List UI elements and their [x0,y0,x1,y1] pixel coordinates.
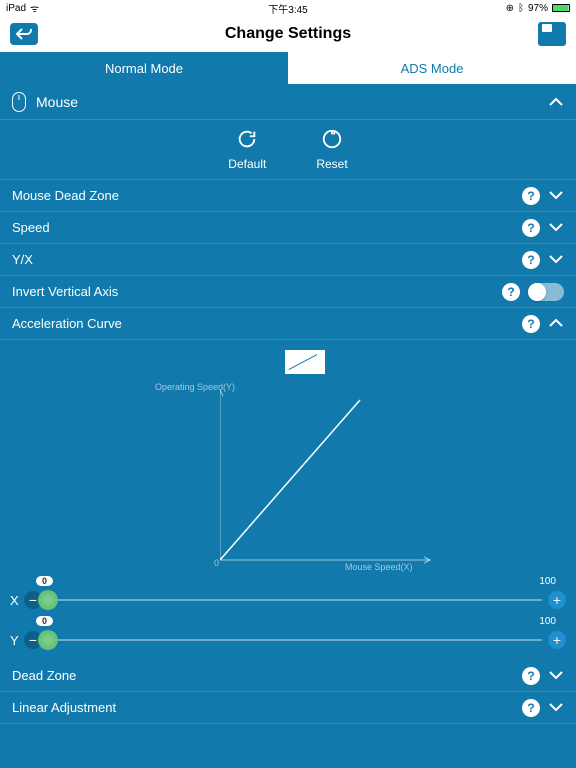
section-mouse[interactable]: Mouse [0,84,576,120]
row-invert-vertical: Invert Vertical Axis ? [0,276,576,308]
row-label: Acceleration Curve [12,316,122,331]
help-icon[interactable]: ? [522,219,540,237]
chevron-down-icon [548,700,564,715]
chevron-up-icon [548,94,564,110]
row-speed[interactable]: Speed ? [0,212,576,244]
save-button[interactable] [538,22,566,46]
row-dead-zone[interactable]: Dead Zone ? [0,660,576,692]
back-button[interactable] [10,23,38,45]
x-axis-label: X [10,593,24,608]
wifi-icon: ᯤ [30,1,39,15]
reset-icon [321,128,343,153]
mouse-icon [12,92,26,112]
x-slider-handle[interactable] [38,590,58,610]
y-value-badge: 0 [36,616,53,626]
origin-label: 0 [214,558,219,568]
y-slider-handle[interactable] [38,630,58,650]
header: Change Settings [0,16,576,52]
row-label: Mouse Dead Zone [12,188,119,203]
row-label: Speed [12,220,50,235]
x-max-label: 100 [539,576,556,587]
help-icon[interactable]: ? [502,283,520,301]
action-row: Default Reset [0,120,576,180]
chevron-down-icon [548,668,564,683]
y-max-label: 100 [539,616,556,627]
refresh-icon [236,128,258,153]
slider-y: 0 100 Y − + [0,620,576,660]
reset-button[interactable]: Reset [316,128,347,171]
invert-toggle[interactable] [528,283,564,301]
device-label: iPad [6,3,26,14]
y-axis-label: Y [10,633,24,648]
row-label: Invert Vertical Axis [12,284,118,299]
x-axis-label: Mouse Speed(X) [345,562,413,572]
chevron-down-icon [548,220,564,235]
y-slider-track[interactable] [48,639,542,641]
help-icon[interactable]: ? [522,699,540,717]
row-linear-adjustment[interactable]: Linear Adjustment ? [0,692,576,724]
status-time: 下午3:45 [268,1,307,16]
x-plus-button[interactable]: + [548,591,566,609]
chevron-down-icon [548,252,564,267]
help-icon[interactable]: ? [522,251,540,269]
tab-normal-mode[interactable]: Normal Mode [0,52,288,84]
tab-ads-mode[interactable]: ADS Mode [288,52,576,84]
row-label: Y/X [12,252,33,267]
help-icon[interactable]: ? [522,187,540,205]
row-acceleration-curve[interactable]: Acceleration Curve ? [0,308,576,340]
bluetooth-icon: ᛒ [518,3,524,14]
x-value-badge: 0 [36,576,53,586]
status-bar: iPad ᯤ 下午3:45 ⊕ ᛒ 97% [0,0,576,16]
row-label: Linear Adjustment [12,700,116,715]
curve-thumbnail[interactable] [285,350,325,374]
chevron-down-icon [548,188,564,203]
reset-label: Reset [316,157,347,171]
page-title: Change Settings [225,25,351,43]
help-icon[interactable]: ? [522,667,540,685]
slider-x: 0 100 X − + [0,580,576,620]
tabs: Normal Mode ADS Mode [0,52,576,84]
y-plus-button[interactable]: + [548,631,566,649]
help-icon[interactable]: ? [522,315,540,333]
acceleration-curve-chart: Operating Speed(Y) 0 Mouse Speed(X) [0,340,576,580]
rotation-lock-icon: ⊕ [506,3,514,14]
chart-axes [220,390,440,570]
row-label: Dead Zone [12,668,76,683]
x-slider-track[interactable] [48,599,542,601]
battery-pct: 97% [528,3,548,14]
battery-icon [552,4,570,12]
row-mouse-dead-zone[interactable]: Mouse Dead Zone ? [0,180,576,212]
row-yx[interactable]: Y/X ? [0,244,576,276]
default-button[interactable]: Default [228,128,266,171]
section-label: Mouse [36,94,78,110]
chevron-up-icon [548,316,564,331]
default-label: Default [228,157,266,171]
